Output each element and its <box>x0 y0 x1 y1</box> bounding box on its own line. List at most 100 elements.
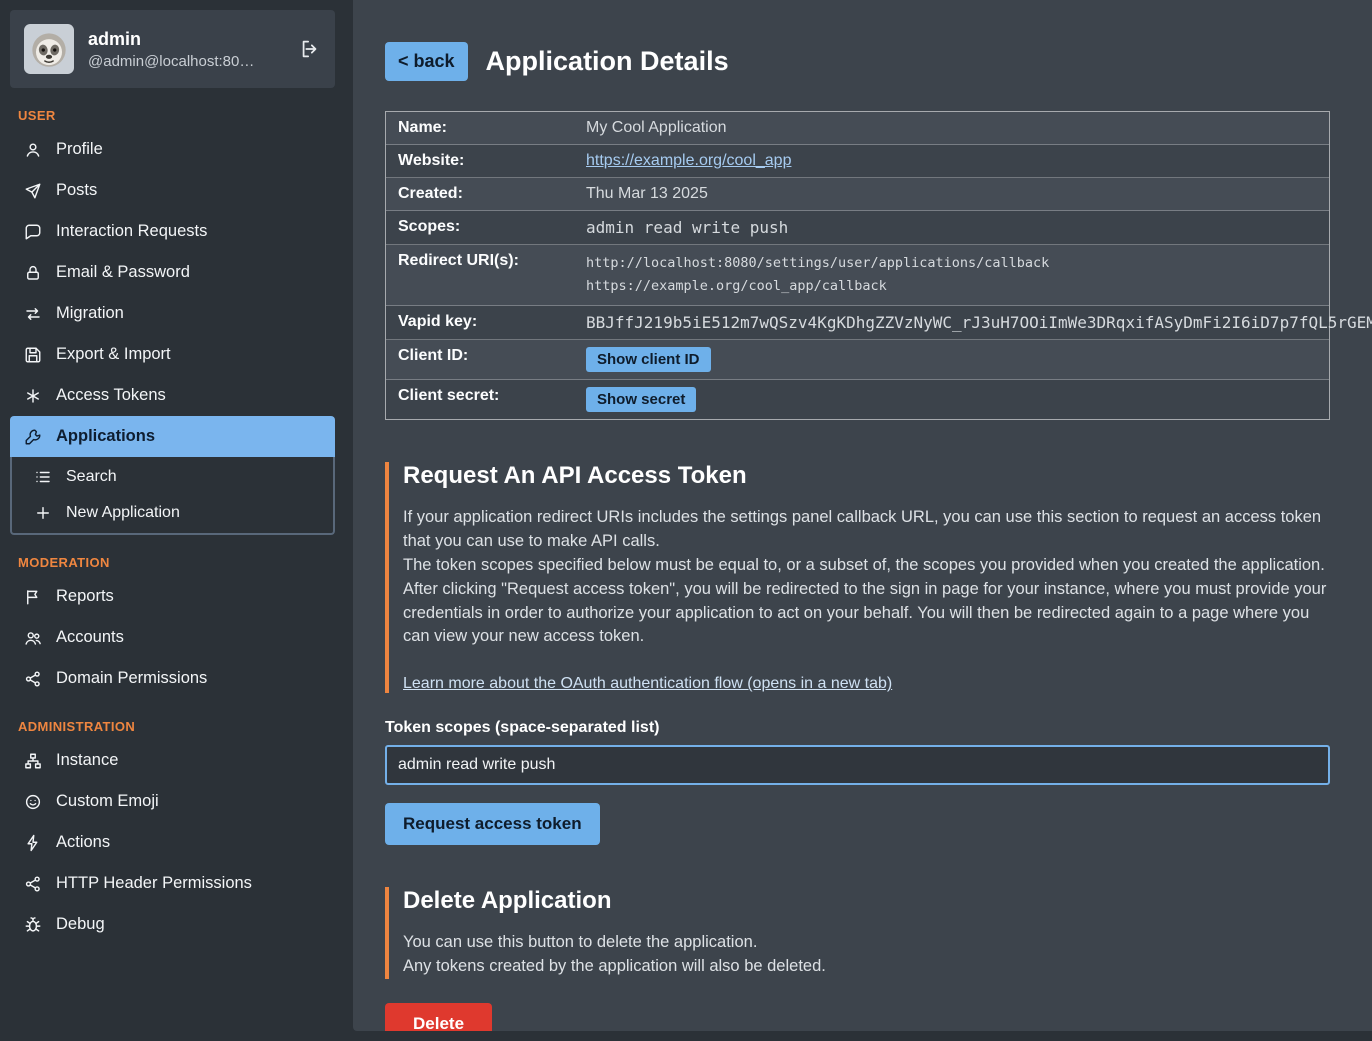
row-label: Client secret: <box>386 380 574 412</box>
sidebar-item-actions[interactable]: Actions <box>10 822 335 863</box>
bug-icon <box>24 916 42 934</box>
sidebar-item-label: Accounts <box>56 628 124 647</box>
sidebar-item-label: New Application <box>66 504 180 522</box>
sidebar-item-label: Custom Emoji <box>56 792 159 811</box>
sidebar: admin @admin@localhost:80… USER Profile … <box>0 0 345 1041</box>
delete-application-section: Delete Application You can use this butt… <box>385 887 1330 1031</box>
sidebar-item-label: Posts <box>56 181 97 200</box>
show-secret-button[interactable]: Show secret <box>586 387 696 412</box>
token-scopes-input[interactable] <box>385 745 1330 785</box>
section-title: Request An API Access Token <box>403 462 1330 490</box>
user-handle: @admin@localhost:80… <box>88 53 285 70</box>
sidebar-item-label: Actions <box>56 833 110 852</box>
avatar <box>24 24 74 74</box>
user-card[interactable]: admin @admin@localhost:80… <box>10 10 335 88</box>
row-label: Website: <box>386 145 574 177</box>
share-nodes-icon <box>24 875 42 893</box>
sidebar-item-label: Email & Password <box>56 263 190 282</box>
redirect-uris: http://localhost:8080/settings/user/appl… <box>574 245 1329 305</box>
sitemap-icon <box>24 752 42 770</box>
share-nodes-icon <box>24 670 42 688</box>
wrench-icon <box>24 428 42 446</box>
sidebar-item-label: Profile <box>56 140 103 159</box>
sidebar-item-domain-permissions[interactable]: Domain Permissions <box>10 658 335 699</box>
scopes-value: admin read write push <box>574 211 1329 244</box>
flag-icon <box>24 588 42 606</box>
vapid-key-value: BBJffJ219b5iE512m7wQSzv4KgKDhgZZVzNyWC_r… <box>574 306 1372 339</box>
sidebar-item-export-import[interactable]: Export & Import <box>10 334 335 375</box>
applications-group: Applications Search New Application <box>10 416 335 535</box>
transfer-arrows-icon <box>24 305 42 323</box>
sidebar-item-access-tokens[interactable]: Access Tokens <box>10 375 335 416</box>
smiley-icon <box>24 793 42 811</box>
redirect-uri: http://localhost:8080/settings/user/appl… <box>586 252 1317 275</box>
sidebar-item-label: Domain Permissions <box>56 669 207 688</box>
nav-moderation: Reports Accounts Domain Permissions <box>10 576 335 699</box>
table-row: Client ID: Show client ID <box>386 340 1329 380</box>
settings-panel: admin @admin@localhost:80… USER Profile … <box>0 0 1372 1041</box>
sidebar-item-label: Debug <box>56 915 105 934</box>
table-row: Name: My Cool Application <box>386 112 1329 145</box>
oauth-docs-link[interactable]: Learn more about the OAuth authenticatio… <box>403 675 892 693</box>
sidebar-item-applications[interactable]: Applications <box>10 416 335 457</box>
show-client-id-button[interactable]: Show client ID <box>586 347 711 372</box>
table-row: Redirect URI(s): http://localhost:8080/s… <box>386 245 1329 306</box>
section-label-administration: ADMINISTRATION <box>18 719 327 734</box>
sidebar-item-new-application[interactable]: New Application <box>12 495 333 531</box>
delete-application-intro: Delete Application You can use this butt… <box>385 887 1330 979</box>
comment-icon <box>24 223 42 241</box>
sidebar-item-reports[interactable]: Reports <box>10 576 335 617</box>
delete-button[interactable]: Delete <box>385 1003 492 1031</box>
logout-icon[interactable] <box>299 38 321 60</box>
sidebar-item-label: Instance <box>56 751 118 770</box>
row-label: Client ID: <box>386 340 574 372</box>
nav-user: Profile Posts Interaction Requests Email… <box>10 129 335 535</box>
sidebar-item-accounts[interactable]: Accounts <box>10 617 335 658</box>
sidebar-item-debug[interactable]: Debug <box>10 904 335 945</box>
table-row: Scopes: admin read write push <box>386 211 1329 245</box>
table-row: Client secret: Show secret <box>386 380 1329 419</box>
sidebar-item-custom-emoji[interactable]: Custom Emoji <box>10 781 335 822</box>
plus-icon <box>34 504 52 522</box>
sidebar-item-label: Search <box>66 468 117 486</box>
back-button[interactable]: < back <box>385 42 468 81</box>
person-icon <box>24 141 42 159</box>
user-name: admin <box>88 29 285 50</box>
sidebar-item-profile[interactable]: Profile <box>10 129 335 170</box>
sidebar-item-migration[interactable]: Migration <box>10 293 335 334</box>
sidebar-item-interaction-requests[interactable]: Interaction Requests <box>10 211 335 252</box>
token-scopes-form: Token scopes (space-separated list) Requ… <box>385 719 1330 845</box>
request-token-intro: Request An API Access Token If your appl… <box>385 462 1330 694</box>
section-label-moderation: MODERATION <box>18 555 327 570</box>
request-access-token-button[interactable]: Request access token <box>385 803 600 845</box>
row-label: Name: <box>386 112 574 144</box>
sidebar-item-http-header-permissions[interactable]: HTTP Header Permissions <box>10 863 335 904</box>
sidebar-item-posts[interactable]: Posts <box>10 170 335 211</box>
sidebar-item-email-password[interactable]: Email & Password <box>10 252 335 293</box>
redirect-uri: https://example.org/cool_app/callback <box>586 275 1317 298</box>
floppy-icon <box>24 346 42 364</box>
token-scopes-label: Token scopes (space-separated list) <box>385 719 1330 737</box>
section-paragraph: After clicking "Request access token", y… <box>403 578 1330 650</box>
sidebar-item-label: Applications <box>56 427 155 446</box>
section-paragraph: The token scopes specified below must be… <box>403 554 1330 578</box>
section-paragraph: You can use this button to delete the ap… <box>403 931 1330 955</box>
paper-plane-icon <box>24 182 42 200</box>
users-icon <box>24 629 42 647</box>
section-paragraph: If your application redirect URIs includ… <box>403 506 1330 554</box>
applications-submenu: Search New Application <box>10 457 335 535</box>
sidebar-item-label: Access Tokens <box>56 386 166 405</box>
request-token-section: Request An API Access Token If your appl… <box>385 462 1330 846</box>
website-link[interactable]: https://example.org/cool_app <box>586 152 791 169</box>
page-header: < back Application Details <box>385 42 1330 81</box>
sidebar-item-applications-search[interactable]: Search <box>12 459 333 495</box>
sidebar-item-label: HTTP Header Permissions <box>56 874 252 893</box>
section-paragraph: Any tokens created by the application wi… <box>403 955 1330 979</box>
created-date: Thu Mar 13 2025 <box>574 178 1329 210</box>
list-icon <box>34 468 52 486</box>
nav-administration: Instance Custom Emoji Actions HTTP Heade… <box>10 740 335 945</box>
section-title: Delete Application <box>403 887 1330 915</box>
sidebar-item-instance[interactable]: Instance <box>10 740 335 781</box>
user-meta: admin @admin@localhost:80… <box>88 29 285 70</box>
row-label: Created: <box>386 178 574 210</box>
